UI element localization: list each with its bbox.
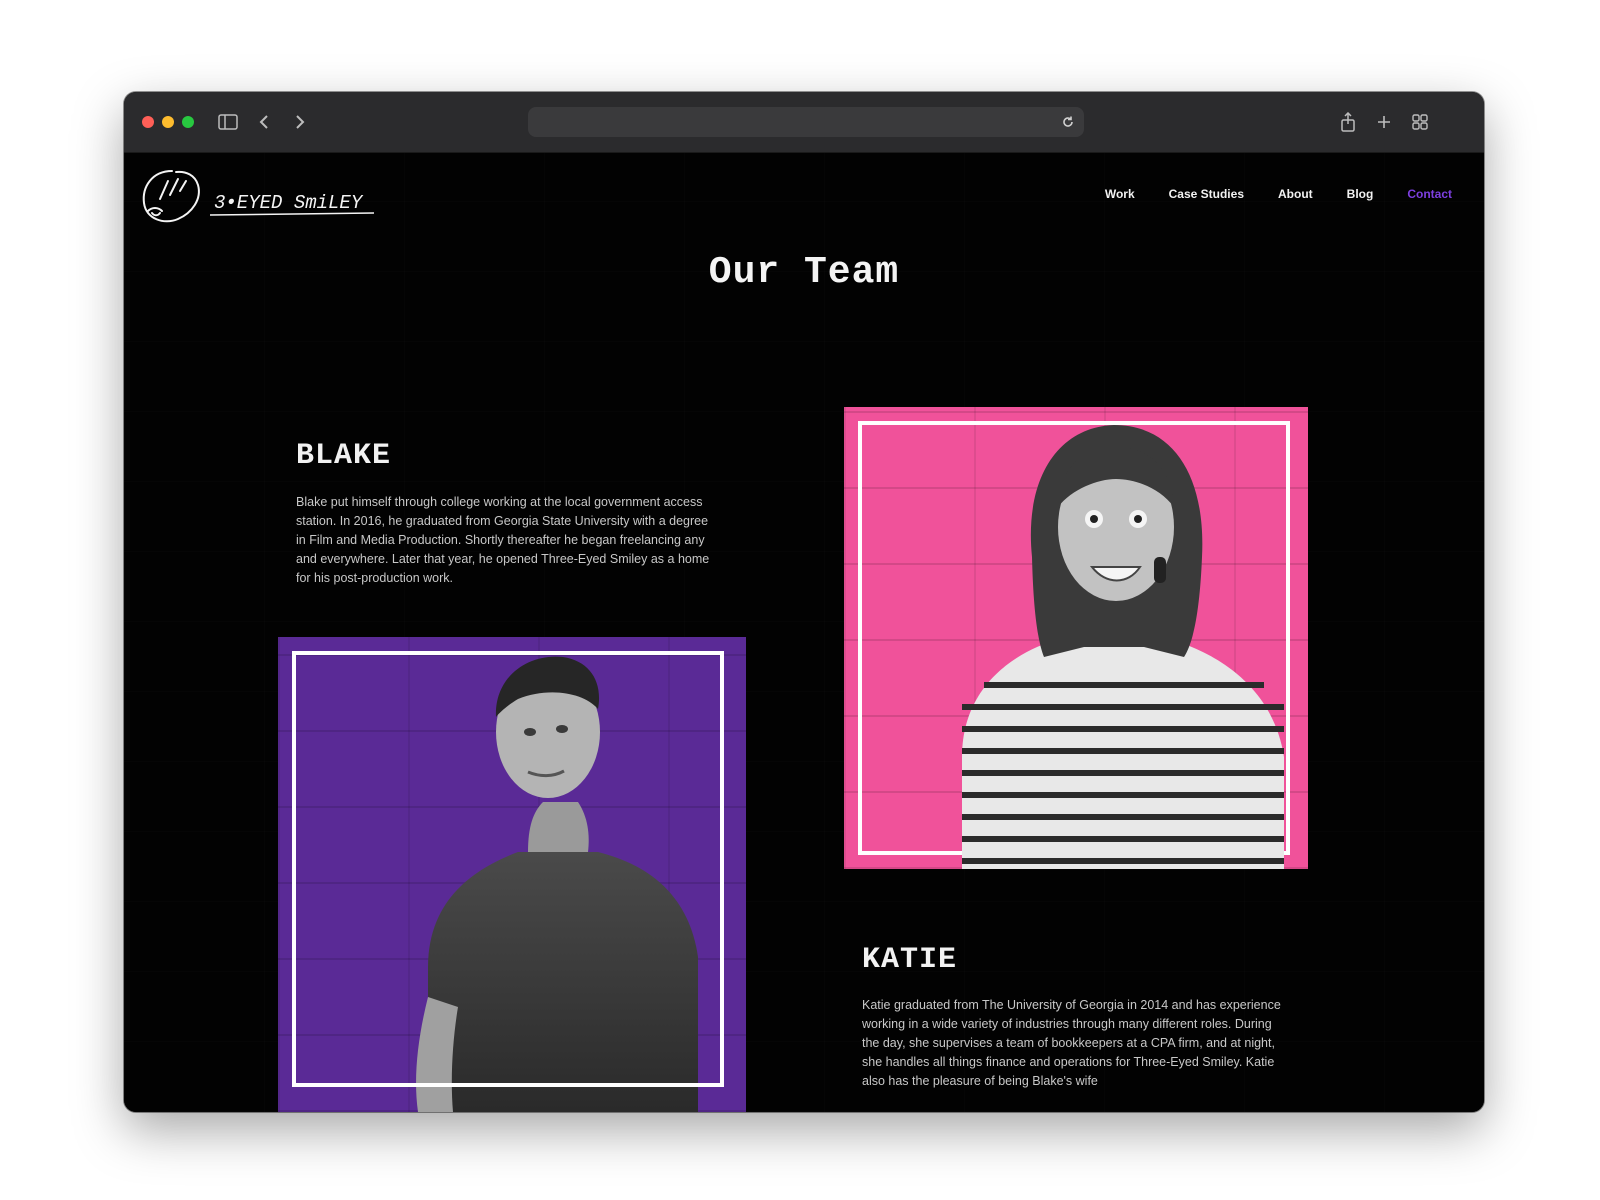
member-bio-blake: Blake put himself through college workin… (296, 495, 710, 585)
member-name-blake: BLAKE (296, 439, 392, 473)
new-tab-icon[interactable] (1372, 110, 1396, 134)
member-bio-katie: Katie graduated from The University of G… (862, 998, 1281, 1088)
tab-overview-icon[interactable] (1408, 110, 1432, 134)
reload-icon[interactable] (1060, 114, 1076, 130)
member-photo-blake (278, 637, 746, 1112)
minimize-window-button[interactable] (162, 116, 174, 128)
member-photo-katie (844, 407, 1308, 869)
nav-blog[interactable]: Blog (1347, 187, 1374, 201)
nav-case-studies[interactable]: Case Studies (1169, 187, 1244, 201)
sidebar-icon[interactable] (216, 110, 240, 134)
maximize-window-button[interactable] (182, 116, 194, 128)
site-logo[interactable]: 3•EYED SmiLEY (138, 163, 378, 229)
browser-window: 3•EYED SmiLEY Work Case Studies About Bl… (124, 92, 1484, 1112)
back-icon[interactable] (252, 110, 276, 134)
browser-toolbar (124, 92, 1484, 153)
nav-work[interactable]: Work (1105, 187, 1135, 201)
nav-about[interactable]: About (1278, 187, 1313, 201)
member-name-katie: KATIE (862, 943, 958, 977)
person-silhouette-katie (962, 425, 1284, 869)
address-bar[interactable] (528, 107, 1084, 137)
close-window-button[interactable] (142, 116, 154, 128)
webpage: 3•EYED SmiLEY Work Case Studies About Bl… (124, 153, 1484, 1112)
logo-mark (142, 170, 200, 223)
forward-icon[interactable] (288, 110, 312, 134)
page-title: Our Team (708, 251, 900, 294)
main-nav: Work Case Studies About Blog Contact (1105, 187, 1452, 201)
logo-text: 3•EYED SmiLEY (214, 192, 364, 214)
nav-contact[interactable]: Contact (1407, 187, 1452, 201)
photo-frame (292, 651, 724, 1087)
share-icon[interactable] (1336, 110, 1360, 134)
